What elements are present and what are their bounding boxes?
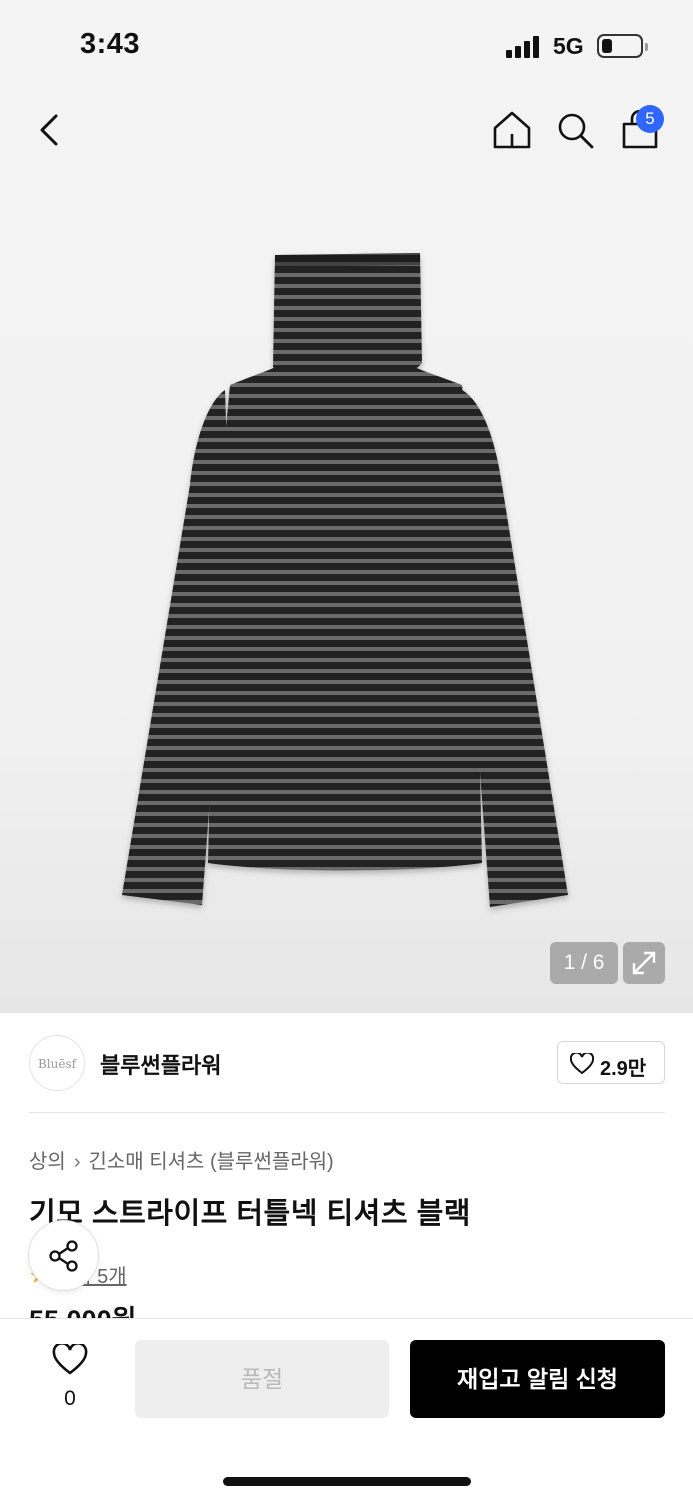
home-indicator[interactable]	[223, 1477, 471, 1486]
home-icon	[493, 111, 531, 149]
restock-alert-button[interactable]: 재입고 알림 신청	[410, 1340, 665, 1418]
wishlist-count: 0	[64, 1387, 76, 1410]
home-button[interactable]	[490, 108, 534, 152]
product-title: 기모 스트라이프 터틀넥 티셔츠 블랙	[29, 1198, 471, 1230]
network-label: 5G	[553, 33, 584, 59]
share-button[interactable]	[28, 1220, 99, 1291]
wishlist-button[interactable]: 0	[48, 1344, 92, 1414]
heart-icon	[52, 1344, 88, 1375]
breadcrumb-subcategory[interactable]: 긴소매 티셔츠 (블루썬플라워)	[88, 1151, 333, 1173]
status-time: 3:43	[80, 28, 141, 60]
signal-icon	[506, 36, 542, 58]
brand-logo[interactable]: Bluēsf	[29, 1035, 85, 1091]
brand-like-button[interactable]: 2.9만	[557, 1041, 665, 1084]
expand-icon	[632, 951, 656, 975]
image-pager: 1 / 6	[550, 942, 618, 984]
breadcrumb: 상의 › 긴소매 티셔츠 (블루썬플라워)	[29, 1145, 334, 1174]
share-icon	[49, 1240, 78, 1272]
expand-button[interactable]	[623, 942, 665, 984]
breadcrumb-category[interactable]: 상의	[29, 1151, 66, 1173]
search-icon	[558, 113, 594, 149]
heart-icon	[570, 1053, 594, 1075]
brand-name[interactable]: 블루썬플라워	[100, 1048, 221, 1080]
divider	[29, 1112, 665, 1113]
product-price: 55,000원	[29, 1305, 136, 1319]
back-icon	[40, 114, 58, 146]
cart-count-badge: 5	[636, 105, 664, 133]
battery-icon	[597, 34, 648, 58]
soldout-button: 품절	[135, 1340, 389, 1418]
back-button[interactable]	[32, 108, 72, 152]
chevron-right-icon: ›	[73, 1151, 81, 1173]
brand-like-count: 2.9만	[600, 1058, 647, 1080]
product-image[interactable]	[110, 245, 580, 915]
search-button[interactable]	[553, 108, 597, 152]
